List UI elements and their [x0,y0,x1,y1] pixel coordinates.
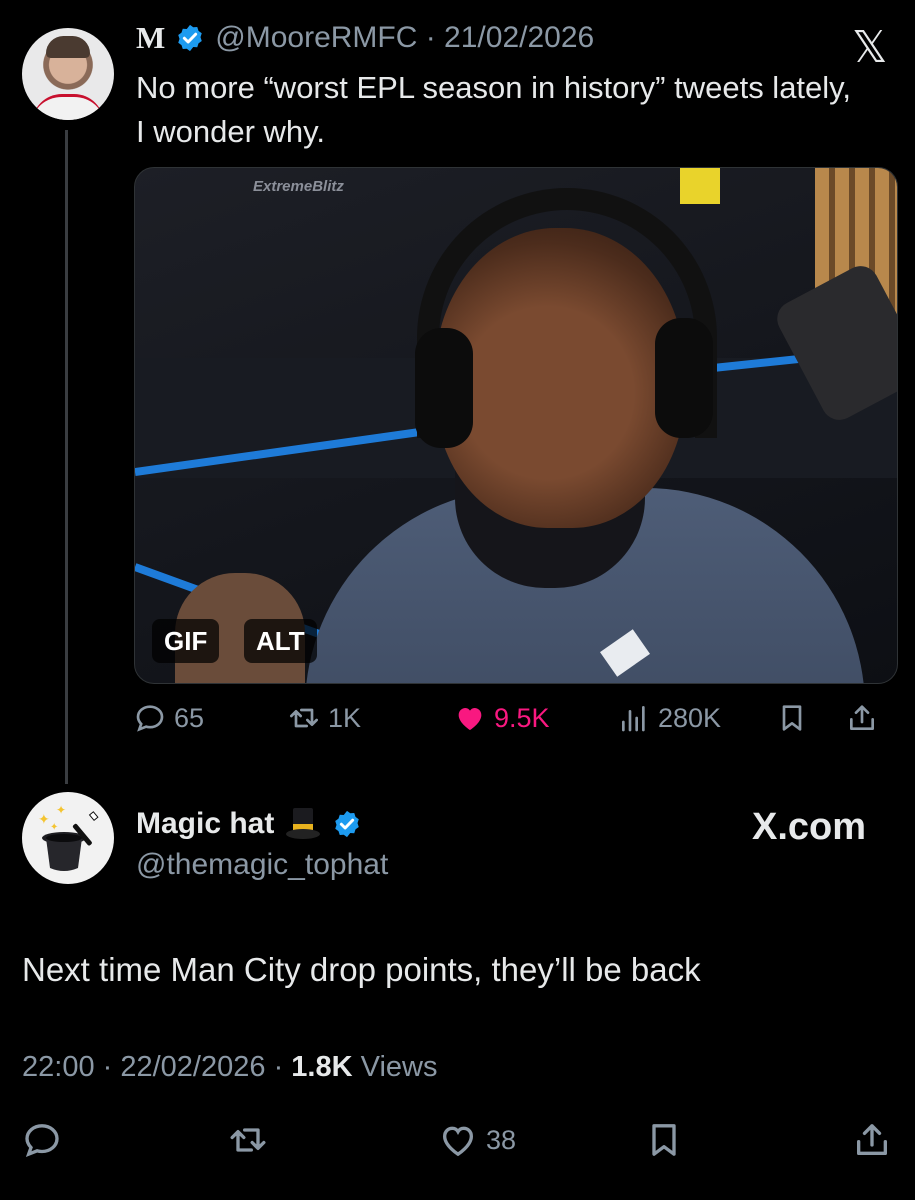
author-name[interactable]: Magic hat [136,807,274,841]
reply-icon [136,705,164,732]
heart-filled-icon [458,708,482,730]
share-button[interactable] [852,1120,892,1160]
reply-author-row: Magic hat [136,806,362,842]
bookmark-button[interactable] [776,702,808,734]
media-gif[interactable]: ExtremeBlitz GIF ALT [134,167,898,684]
reply-button[interactable] [22,1120,62,1160]
repost-count: 1K [328,702,362,733]
repost-icon [290,708,318,728]
share-icon [857,1124,887,1155]
repost-button[interactable] [228,1120,268,1160]
reply-views-count: 1.8K [291,1051,353,1083]
avatar[interactable] [22,28,114,120]
author-handle-date[interactable]: @MooreRMFC · 21/02/2026 [215,21,594,55]
repost-icon [230,1128,266,1152]
svg-text:✦: ✦ [56,803,66,817]
verified-badge-icon [178,24,203,52]
top-hat-icon [286,808,321,839]
reply-text: Next time Man City drop points, they’ll … [22,951,701,988]
bookmark-icon [652,1124,676,1156]
heart-icon [442,1126,474,1157]
reply-time[interactable]: 22:00 [22,1051,95,1083]
tweet-text: No more “worst EPL season in history” tw… [136,70,851,149]
author-handle[interactable]: @themagic_tophat [136,848,388,882]
analytics-icon [622,706,645,732]
alt-badge[interactable]: ALT [244,619,317,663]
gif-badge[interactable]: GIF [152,619,220,663]
timestamp-views: 22:00 · 22/02/2026 · 1.8K Views [22,1051,438,1083]
verified-badge-icon [335,810,360,838]
reply-date[interactable]: 22/02/2026 [120,1051,265,1083]
avatar[interactable]: ✦ ✦ ✦ [22,792,114,884]
like-button[interactable]: 9.5K [454,702,550,734]
like-button[interactable]: 38 [438,1120,516,1160]
reply-icon [25,1124,59,1158]
share-icon [850,705,874,730]
bookmark-icon [782,705,802,731]
reply-views-label: Views [360,1051,438,1083]
like-count: 38 [486,1124,517,1155]
views-count: 280K [658,702,722,733]
author-row: M @MooreRMFC · 21/02/2026 [136,20,594,56]
x-com-logo: X.com [752,806,867,848]
magic-hat-icon: ✦ ✦ ✦ [38,803,99,871]
author-name[interactable]: M [136,20,165,56]
share-button[interactable] [846,702,878,734]
svg-text:✦: ✦ [50,822,58,833]
x-logo-icon: 𝕏 [852,22,888,73]
views-button[interactable]: 280K [618,702,721,734]
thread-line [65,130,68,784]
reply-count: 65 [174,702,205,733]
bookmark-button[interactable] [644,1120,684,1160]
repost-button[interactable]: 1K [288,702,361,734]
svg-text:✦: ✦ [38,811,50,827]
watermark: ExtremeBlitz [253,178,344,195]
reply-button[interactable]: 65 [134,702,204,734]
like-count: 9.5K [494,702,550,733]
